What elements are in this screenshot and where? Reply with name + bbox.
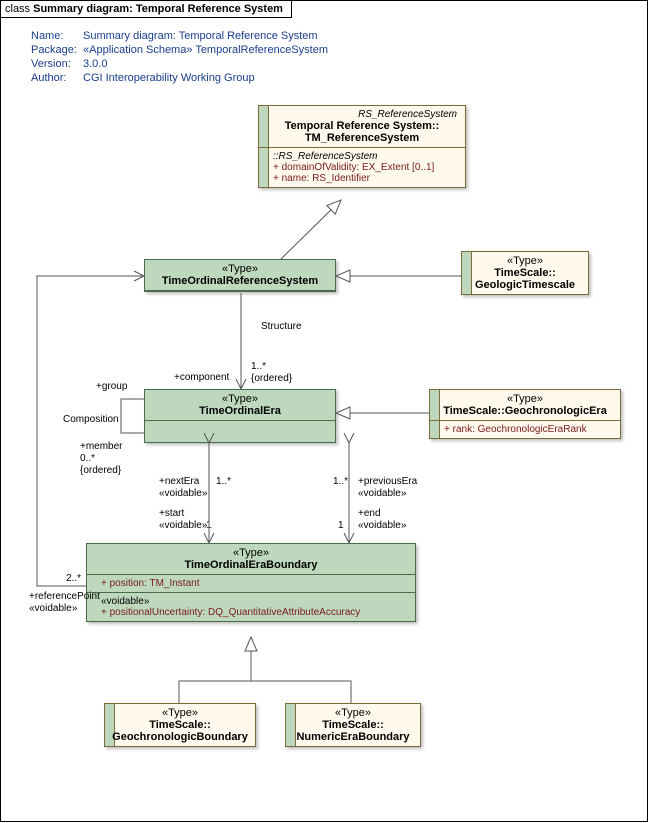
title-bold: Summary diagram: Temporal Reference Syst… [33,3,283,15]
class-tm-reference-system: RS_ReferenceSystem Temporal Reference Sy… [258,105,466,188]
label-structure: Structure [261,321,302,332]
label-mult-1-a: 1 [206,520,212,531]
class-geochronologic-boundary: «Type» TimeScale:: GeochronologicBoundar… [104,703,256,747]
metadata-block: Name:Summary diagram: Temporal Reference… [31,29,328,85]
class-numeric-era-boundary: «Type» TimeScale:: NumericEraBoundary [285,703,421,747]
label-mult-1star-c: 1..* [333,476,348,487]
label-mult-0star: 0..* [80,453,95,464]
label-end: +end [358,508,381,519]
label-mult-1star-a: 1..* [251,361,266,372]
class-time-ordinal-era: «Type» TimeOrdinalEra [144,389,336,443]
label-member: +member [80,441,123,452]
label-start: +start [159,508,184,519]
label-voidable-next: «voidable» [159,488,207,499]
label-voidable-prev: «voidable» [358,488,406,499]
label-next-era: +nextEra [159,476,199,487]
diagram-canvas: class Summary diagram: Temporal Referenc… [0,0,648,822]
class-time-ordinal-reference-system: «Type» TimeOrdinalReferenceSystem [144,259,336,292]
label-mult-2star: 2..* [66,573,81,584]
label-group: +group [96,381,127,392]
class-geologic-timescale: «Type» TimeScale:: GeologicTimescale [461,251,589,295]
label-composition: Composition [63,414,119,425]
diagram-title-tab: class Summary diagram: Temporal Referenc… [1,1,292,18]
title-prefix: class [5,3,33,15]
label-component: +component [174,372,229,383]
label-mult-1star-b: 1..* [216,476,231,487]
label-ordered-a: {ordered} [251,373,292,384]
class-time-ordinal-era-boundary: «Type» TimeOrdinalEraBoundary position: … [86,543,416,622]
label-mult-1-b: 1 [338,520,344,531]
label-voidable-start: «voidable» [159,520,207,531]
class-geochronologic-era: «Type» TimeScale::GeochronologicEra rank… [429,389,621,439]
label-voidable-end: «voidable» [358,520,406,531]
label-voidable-ref: «voidable» [29,603,77,614]
label-ordered-b: {ordered} [80,465,121,476]
label-prev-era: +previousEra [358,476,417,487]
